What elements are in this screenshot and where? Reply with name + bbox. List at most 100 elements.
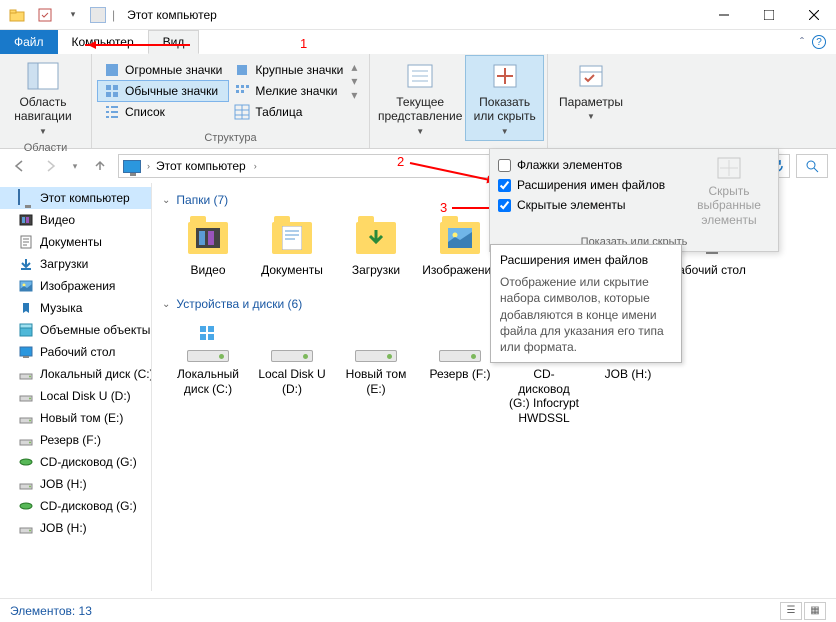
item-label: Резерв (F:) <box>430 367 491 381</box>
folder-item[interactable]: Изображения <box>420 213 500 281</box>
checkbox[interactable] <box>498 179 511 192</box>
folder-item[interactable]: Загрузки <box>336 213 416 281</box>
check-file-extensions[interactable]: Расширения имен файлов <box>498 175 672 195</box>
scroll-down-icon[interactable]: ▾ <box>351 74 357 88</box>
hide-selected-button: Скрыть выбранные элементы <box>680 149 778 233</box>
close-button[interactable] <box>791 0 836 30</box>
check-item-flags[interactable]: Флажки элементов <box>498 155 672 175</box>
sidebar-item[interactable]: Документы <box>0 231 151 253</box>
sidebar-item[interactable]: CD-дисковод (G:) <box>0 451 151 473</box>
item-label: Локальный диск (C:) <box>172 367 244 396</box>
list-icon <box>104 104 120 120</box>
icons-view-button[interactable]: ▦ <box>804 602 826 620</box>
folder-item[interactable]: Документы <box>252 213 332 281</box>
sidebar-label: Local Disk U (D:) <box>40 389 131 403</box>
drive-item[interactable]: Резерв (F:) <box>420 317 500 429</box>
sidebar-icon <box>18 432 34 448</box>
layout-label: Список <box>125 105 165 119</box>
sidebar-item[interactable]: Этот компьютер <box>0 187 151 209</box>
drive-item[interactable]: Local Disk U (D:) <box>252 317 332 429</box>
folder-icon <box>268 217 316 259</box>
chevron-right-icon[interactable]: › <box>254 161 257 171</box>
sidebar-item[interactable]: Локальный диск (C:) <box>0 363 151 385</box>
sidebar-item[interactable]: Новый том (E:) <box>0 407 151 429</box>
up-button[interactable] <box>88 154 112 178</box>
tab-view[interactable]: Вид <box>148 30 200 54</box>
drive-item[interactable]: Локальный диск (C:) <box>168 317 248 429</box>
collapse-ribbon-icon[interactable]: ˆ <box>800 35 804 49</box>
folder-icon <box>6 4 28 26</box>
maximize-button[interactable] <box>746 0 791 30</box>
details-view-button[interactable]: ☰ <box>780 602 802 620</box>
sidebar-item[interactable]: Local Disk U (D:) <box>0 385 151 407</box>
sidebar-label: JOB (H:) <box>40 521 87 535</box>
sidebar-item[interactable]: Резерв (F:) <box>0 429 151 451</box>
show-hide-icon <box>489 60 521 92</box>
checkbox[interactable] <box>498 159 511 172</box>
status-text: Элементов: 13 <box>10 604 92 618</box>
checkbox[interactable] <box>498 199 511 212</box>
layout-label: Огромные значки <box>125 63 222 77</box>
forward-button[interactable] <box>38 154 62 178</box>
sidebar-label: Объемные объекты <box>40 323 150 337</box>
breadcrumb-this-pc[interactable]: Этот компьютер› <box>156 159 257 173</box>
sidebar-icon <box>18 388 34 404</box>
item-label: Изображения <box>422 263 497 277</box>
chevron-right-icon[interactable]: › <box>147 161 150 171</box>
check-label: Расширения имен файлов <box>517 178 665 192</box>
check-hidden-items[interactable]: Скрытые элементы <box>498 195 672 215</box>
tab-computer[interactable]: Компьютер <box>58 30 148 54</box>
sidebar-item[interactable]: Загрузки <box>0 253 151 275</box>
sidebar-item[interactable]: CD-дисковод (G:) <box>0 495 151 517</box>
item-label: Загрузки <box>352 263 400 277</box>
sidebar-item[interactable]: Видео <box>0 209 151 231</box>
tab-file[interactable]: Файл <box>0 30 58 54</box>
navigation-pane-button[interactable]: Область навигации ▼ <box>4 56 82 140</box>
layout-large-icons[interactable]: Крупные значки <box>228 60 349 80</box>
layout-list[interactable]: Список <box>98 102 228 122</box>
layout-table[interactable]: Таблица <box>228 102 349 122</box>
large-icons-icon <box>234 62 250 78</box>
sidebar-label: Новый том (E:) <box>40 411 123 425</box>
window-title: Этот компьютер <box>127 8 217 22</box>
qat-dropdown[interactable]: ▾ <box>62 4 84 26</box>
layout-huge-icons[interactable]: Огромные значки <box>98 60 228 80</box>
drive-icon <box>184 321 232 363</box>
scroll-up-icon[interactable]: ▴ <box>351 60 357 74</box>
expand-icon[interactable]: ▾ <box>351 88 357 102</box>
options-icon <box>575 60 607 92</box>
options-button[interactable]: Параметры ▼ <box>552 56 630 126</box>
arrow-1 <box>85 44 190 46</box>
back-button[interactable] <box>8 154 32 178</box>
layout-normal-icons[interactable]: Обычные значки <box>98 81 228 101</box>
drive-item[interactable]: Новый том (E:) <box>336 317 416 429</box>
small-icons-icon <box>234 83 250 99</box>
current-view-button[interactable]: Текущее представление ▼ <box>374 56 466 140</box>
sidebar-item[interactable]: JOB (H:) <box>0 473 151 495</box>
search-input[interactable] <box>796 154 828 178</box>
sidebar-icon <box>18 322 34 338</box>
sidebar-item[interactable]: Рабочий стол <box>0 341 151 363</box>
sidebar-label: Музыка <box>40 301 82 315</box>
sidebar-label: Видео <box>40 213 75 227</box>
layout-label: Таблица <box>255 105 302 119</box>
help-icon[interactable]: ? <box>812 35 826 49</box>
layout-small-icons[interactable]: Мелкие значки <box>228 81 349 101</box>
pc-icon <box>123 160 141 173</box>
minimize-button[interactable] <box>701 0 746 30</box>
history-dropdown[interactable]: ▾ <box>68 154 82 178</box>
dropdown-icon: ▼ <box>587 112 595 122</box>
sidebar-item[interactable]: Объемные объекты <box>0 319 151 341</box>
show-hide-button[interactable]: Показать или скрыть ▼ <box>466 56 543 140</box>
sidebar-label: CD-дисковод (G:) <box>40 499 137 513</box>
huge-icons-icon <box>104 62 120 78</box>
drive-icon <box>268 321 316 363</box>
folder-item[interactable]: Видео <box>168 213 248 281</box>
sidebar-item[interactable]: Изображения <box>0 275 151 297</box>
table-icon <box>234 104 250 120</box>
layout-label: Крупные значки <box>255 63 343 77</box>
sidebar-item[interactable]: JOB (H:) <box>0 517 151 539</box>
qat-properties[interactable] <box>34 4 56 26</box>
sidebar-item[interactable]: Музыка <box>0 297 151 319</box>
item-label: JOB (H:) <box>605 367 652 381</box>
